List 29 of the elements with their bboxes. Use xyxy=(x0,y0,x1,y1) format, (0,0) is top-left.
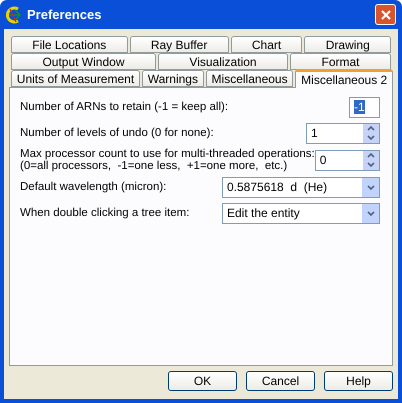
setting-label: Max processor count to use for multi-threaded operations: (0=all processors, -1=one less, +1=one more, etc.) xyxy=(20,148,315,172)
tab[interactable]: Miscellaneous 2 xyxy=(295,69,393,88)
dialog-button[interactable]: Help xyxy=(324,371,393,391)
tab[interactable]: Output Window xyxy=(11,53,156,70)
tab[interactable]: Chart xyxy=(230,36,302,53)
spinner-field[interactable]: 0 xyxy=(314,150,380,170)
dialog-button[interactable]: OK xyxy=(168,371,237,391)
tab[interactable]: Format xyxy=(290,53,391,70)
setting-label: Number of levels of undo (0 for none): xyxy=(20,127,214,139)
input-field[interactable]: -1 xyxy=(349,96,380,118)
tab[interactable]: Ray Buffer xyxy=(130,36,229,53)
tab[interactable]: Visualization xyxy=(158,53,288,70)
tab[interactable]: Drawing xyxy=(304,36,392,53)
dialog-button[interactable]: Cancel xyxy=(246,371,315,391)
tab[interactable]: Miscellaneous xyxy=(206,70,294,87)
close-button[interactable] xyxy=(375,4,396,25)
window-title: Preferences xyxy=(27,7,102,22)
dropdown[interactable]: Edit the entity xyxy=(222,202,380,224)
setting-label: Number of ARNs to retain (-1 = keep all): xyxy=(20,101,228,113)
selected-text: -1 xyxy=(354,100,365,114)
tab[interactable]: Warnings xyxy=(142,70,204,87)
tab[interactable]: File Locations xyxy=(11,36,128,53)
spinner-field[interactable]: 1 xyxy=(306,122,380,144)
tab[interactable]: Units of Measurement xyxy=(11,70,140,87)
app-logo-icon xyxy=(6,6,22,24)
dropdown[interactable]: 0.5875618 d (He) xyxy=(222,176,380,198)
close-icon xyxy=(380,8,392,20)
setting-label: When double clicking a tree item: xyxy=(20,207,190,219)
setting-label: Default wavelength (micron): xyxy=(20,181,166,193)
